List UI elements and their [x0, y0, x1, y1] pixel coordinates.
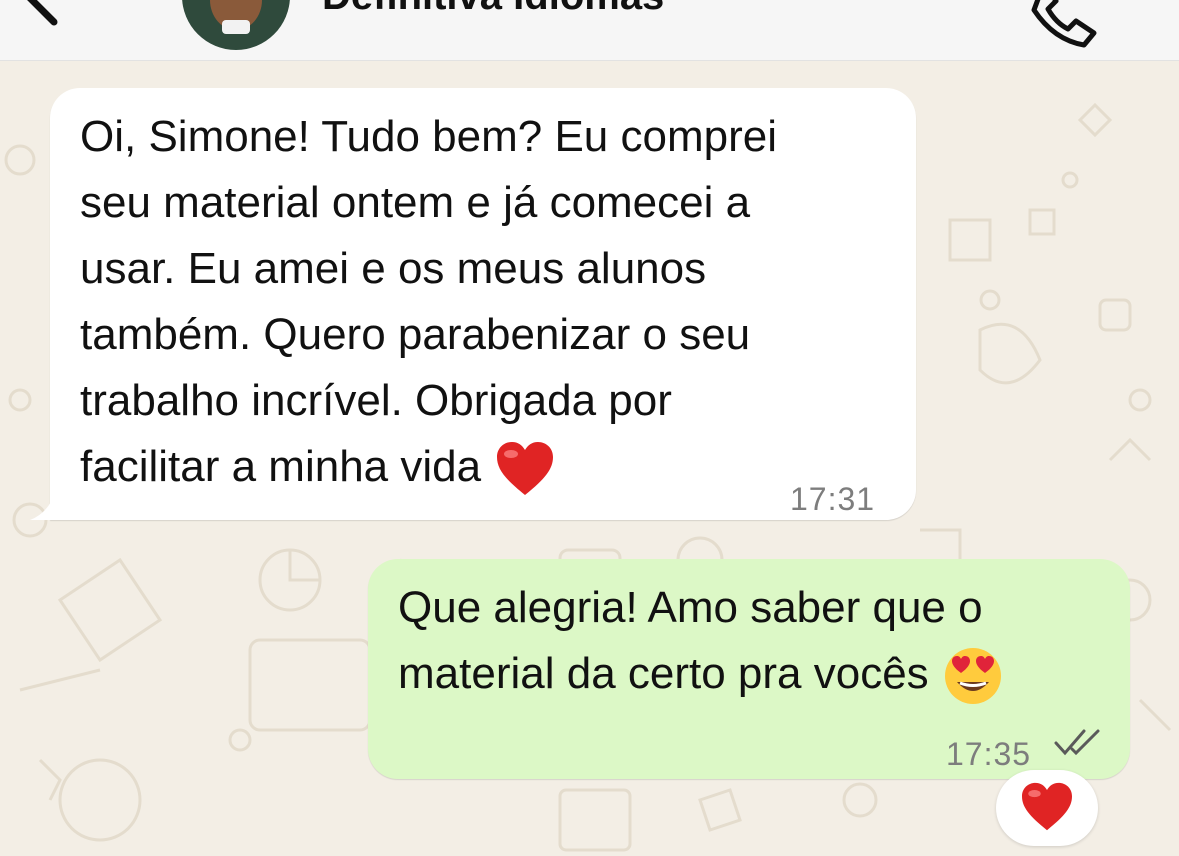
bubble-tail [30, 496, 54, 520]
heart-eyes-emoji-icon [944, 648, 1001, 705]
message-line: Que alegria! Amo saber que o [398, 583, 983, 632]
outgoing-message-text: Que alegria! Amo saber que o material da… [398, 575, 1003, 707]
contact-avatar[interactable] [182, 0, 290, 50]
phone-call-icon[interactable] [1024, 0, 1104, 50]
message-line: Oi, Simone! Tudo bem? Eu comprei [80, 112, 777, 161]
message-line: também. Quero parabenizar o seu [80, 310, 751, 359]
avatar-photo-icon [210, 0, 262, 34]
message-line-text: facilitar a minha vida [80, 442, 482, 491]
message-line: usar. Eu amei e os meus alunos [80, 244, 707, 293]
message-line: seu material ontem e já comecei a [80, 178, 751, 227]
contact-name[interactable]: Definitiva Idiomas [322, 0, 664, 19]
chat-header: Definitiva Idiomas [0, 0, 1179, 61]
message-line-last: facilitar a minha vida [80, 434, 777, 500]
message-line: trabalho incrível. Obrigada por [80, 376, 672, 425]
message-timestamp: 17:31 [790, 481, 876, 517]
message-line-last: material da certo pra vocês [398, 641, 1003, 707]
incoming-message-bubble[interactable]: Oi, Simone! Tudo bem? Eu comprei seu mat… [30, 88, 916, 520]
outgoing-message-bubble[interactable]: Que alegria! Amo saber que o material da… [368, 559, 1130, 779]
incoming-message-text: Oi, Simone! Tudo bem? Eu comprei seu mat… [80, 104, 777, 500]
red-heart-emoji-icon [497, 442, 554, 496]
back-chevron-icon[interactable] [4, 0, 74, 32]
read-receipt-double-check-icon [1054, 729, 1100, 756]
message-line-text: material da certo pra vocês [398, 649, 929, 698]
message-reaction[interactable] [996, 770, 1098, 846]
red-heart-reaction-icon [1022, 782, 1072, 831]
